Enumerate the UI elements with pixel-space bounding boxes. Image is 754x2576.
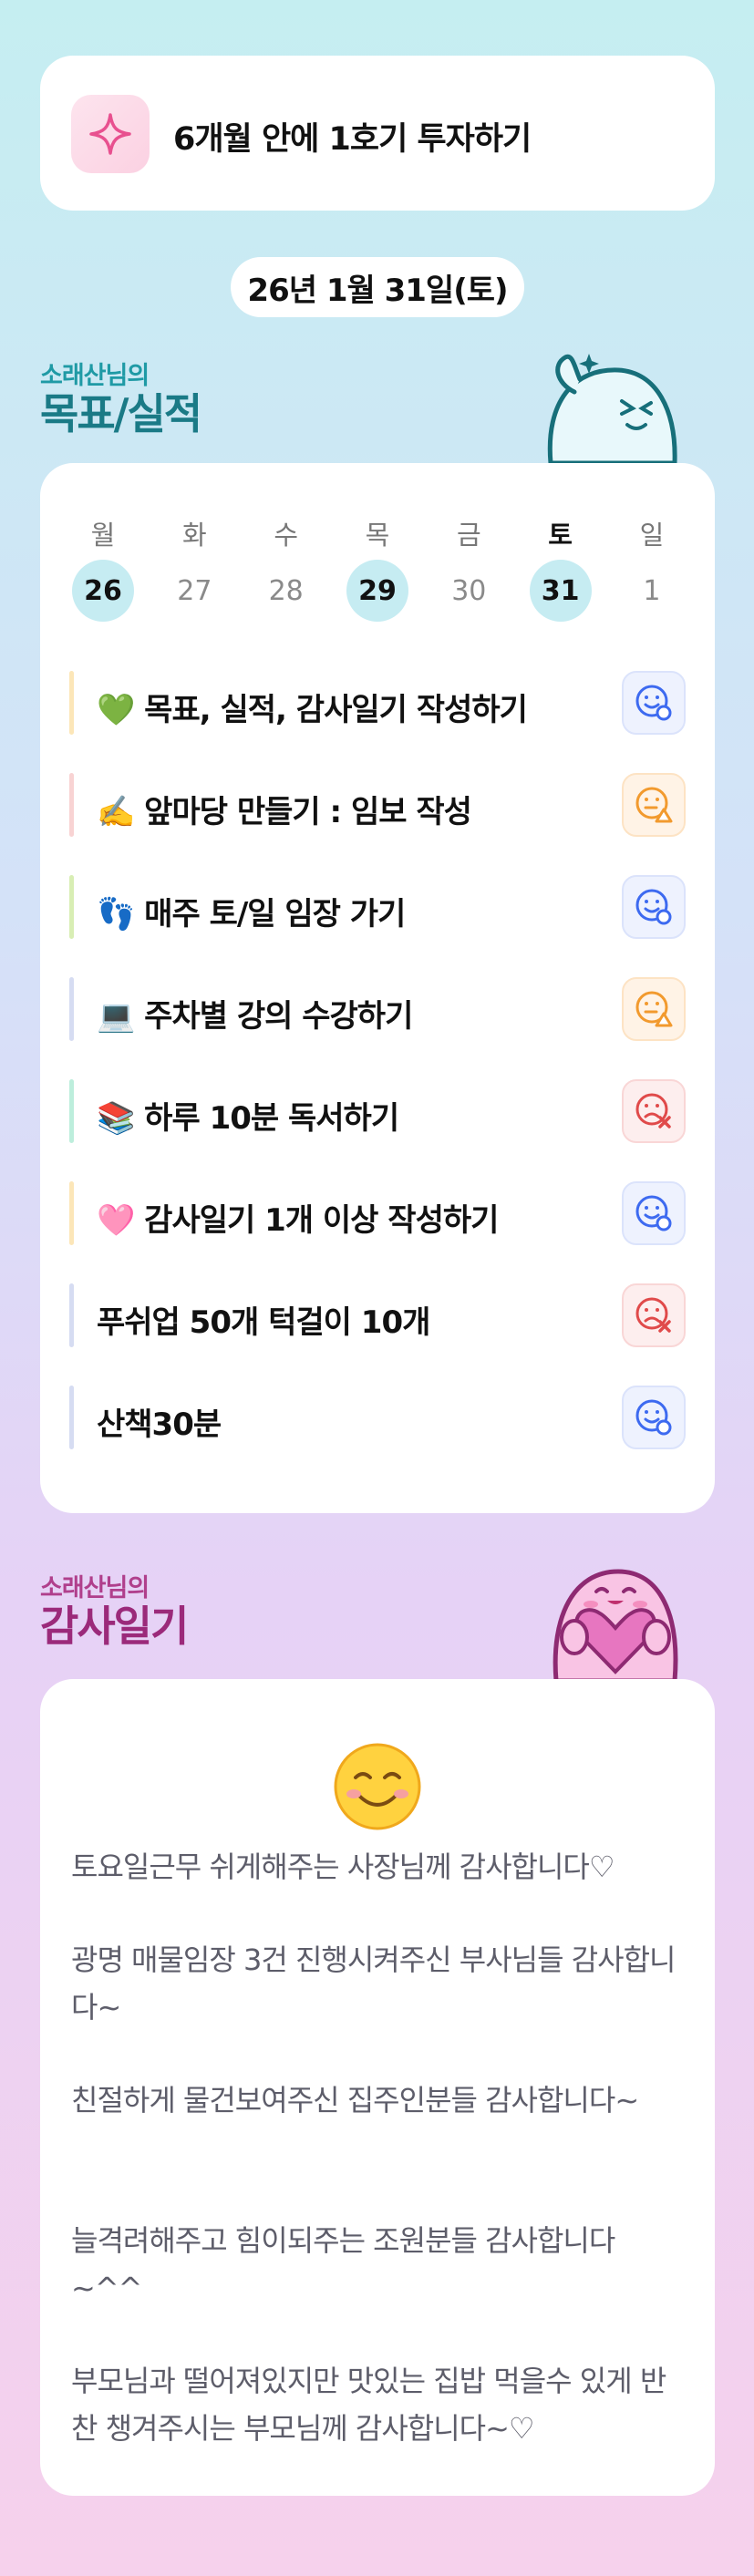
task-label: ✍️ 앞마당 만들기 : 임보 작성 — [97, 794, 472, 830]
ghost-mascot-illustration — [547, 354, 677, 463]
day-number: 29 — [346, 560, 408, 622]
task-label: 🩷 감사일기 1개 이상 작성하기 — [97, 1202, 499, 1239]
status-done-icon[interactable] — [622, 671, 686, 735]
goal-section-title: 소래산님의 목표/실적 — [40, 355, 202, 438]
gratitude-entry: 늘격려해주고 힘이되주는 조원분들 감사합니다~^^ — [71, 2223, 615, 2305]
calendar-day[interactable]: 화 27 — [162, 514, 226, 622]
day-number: 1 — [643, 574, 661, 607]
day-of-week: 일 — [639, 520, 665, 551]
gratitude-entry: 토요일근무 쉬게해주는 사장님께 감사합니다♡ — [71, 1850, 615, 1884]
task-color-bar — [69, 773, 74, 837]
task-row[interactable]: 🩷 감사일기 1개 이상 작성하기 — [69, 1181, 686, 1245]
task-row[interactable]: 💻 주차별 강의 수강하기 — [69, 977, 686, 1041]
thanks-section-title: 소래산님의 감사일기 — [40, 1568, 189, 1651]
calendar-day[interactable]: 수 28 — [254, 514, 318, 622]
day-of-week: 목 — [365, 520, 390, 551]
calendar-day-selected[interactable]: 토 31 — [529, 514, 593, 622]
goal-banner[interactable]: 6개월 안에 1호기 투자하기 — [40, 56, 715, 211]
day-number: 30 — [451, 574, 487, 607]
gratitude-journal-card: ☺️ 토요일근무 쉬게해주는 사장님께 감사합니다♡ 광명 매물임장 3건 진행… — [40, 1679, 715, 2496]
heart-mascot-illustration — [553, 1569, 678, 1681]
task-color-bar — [69, 1283, 74, 1347]
day-of-week: 화 — [181, 520, 207, 551]
day-of-week: 금 — [456, 520, 481, 551]
thanks-section-heading: 감사일기 — [40, 1602, 189, 1651]
status-fail-icon[interactable] — [622, 1079, 686, 1143]
gratitude-entry: 친절하게 물건보여주신 집주인분들 감사합니다~ — [71, 2083, 639, 2117]
day-of-week: 월 — [90, 520, 116, 551]
calendar-day[interactable]: 금 30 — [437, 514, 501, 622]
calendar-day[interactable]: 목 29 — [346, 514, 409, 622]
goal-banner-text: 6개월 안에 1호기 투자하기 — [173, 121, 532, 158]
day-number: 31 — [529, 560, 592, 622]
calendar-day[interactable]: 일 1 — [620, 514, 684, 622]
task-row[interactable]: 📚 하루 10분 독서하기 — [69, 1079, 686, 1143]
status-partial-icon[interactable] — [622, 773, 686, 837]
task-row[interactable]: 💚 목표, 실적, 감사일기 작성하기 — [69, 671, 686, 735]
calendar-day[interactable]: 월 26 — [71, 514, 135, 622]
day-of-week: 토 — [548, 520, 573, 551]
task-label: 푸쉬업 50개 턱걸이 10개 — [97, 1304, 430, 1341]
goals-card: 월 26 화 27 수 28 목 29 금 30 토 31 일 1 💚 목표, … — [40, 463, 715, 1513]
task-label: 산책30분 — [97, 1406, 222, 1443]
status-fail-icon[interactable] — [622, 1283, 686, 1347]
day-number: 28 — [268, 574, 304, 607]
week-calendar: 월 26 화 27 수 28 목 29 금 30 토 31 일 1 — [71, 514, 684, 622]
task-row[interactable]: 👣 매주 토/일 임장 가기 — [69, 875, 686, 939]
date-label: 26년 1월 31일(토) — [231, 257, 524, 317]
sparkle-icon — [71, 95, 150, 173]
day-number: 26 — [72, 560, 134, 622]
thanks-section-owner: 소래산님의 — [40, 1574, 150, 1602]
task-row[interactable]: 산책30분 — [69, 1386, 686, 1449]
status-done-icon[interactable] — [622, 1181, 686, 1245]
task-label: 💚 목표, 실적, 감사일기 작성하기 — [97, 692, 528, 728]
task-row[interactable]: ✍️ 앞마당 만들기 : 임보 작성 — [69, 773, 686, 837]
task-label: 📚 하루 10분 독서하기 — [97, 1100, 399, 1137]
smiling-face-icon — [334, 1743, 421, 1830]
status-done-icon[interactable] — [622, 875, 686, 939]
task-color-bar — [69, 1386, 74, 1449]
task-color-bar — [69, 875, 74, 939]
gratitude-entry: 광명 매물임장 3건 진행시켜주신 부사님들 감사합니다~ — [71, 1942, 676, 2025]
task-color-bar — [69, 1181, 74, 1245]
goal-section-owner: 소래산님의 — [40, 362, 150, 390]
status-partial-icon[interactable] — [622, 977, 686, 1041]
task-color-bar — [69, 1079, 74, 1143]
day-of-week: 수 — [274, 520, 298, 551]
goal-section-heading: 목표/실적 — [40, 389, 202, 438]
task-color-bar — [69, 671, 74, 735]
gratitude-entry: 부모님과 떨어져있지만 맛있는 집밥 먹을수 있게 반찬 챙겨주시는 부모님께 … — [71, 2364, 666, 2446]
task-color-bar — [69, 977, 74, 1041]
task-row[interactable]: 푸쉬업 50개 턱걸이 10개 — [69, 1283, 686, 1347]
day-number: 27 — [177, 574, 212, 607]
task-label: 💻 주차별 강의 수강하기 — [97, 998, 413, 1035]
task-label: 👣 매주 토/일 임장 가기 — [97, 896, 406, 933]
status-done-icon[interactable] — [622, 1386, 686, 1449]
